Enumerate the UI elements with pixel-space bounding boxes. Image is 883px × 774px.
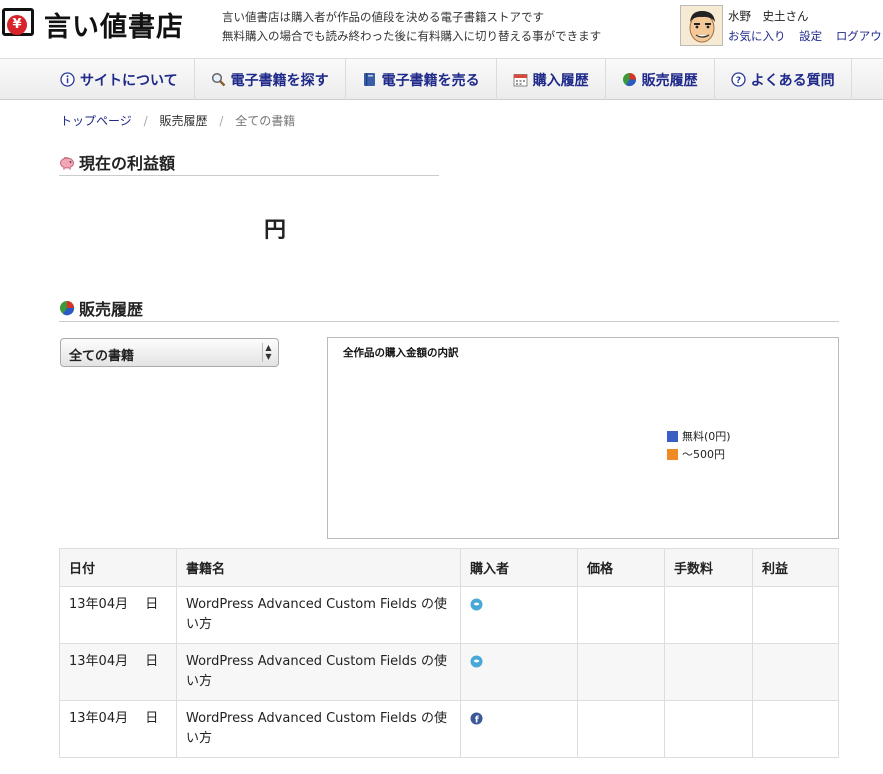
cell-price <box>577 586 665 644</box>
logo-text: 言い値書店 <box>44 11 184 43</box>
breadcrumb-home[interactable]: トップページ <box>60 114 132 128</box>
site-header: ¥ 言い値書店 言い値書店は購入者が作品の値段を決める電子書籍ストアです 無料購… <box>0 0 883 58</box>
cell-date: 13年04月 日 <box>59 643 177 701</box>
avatar[interactable] <box>680 5 723 46</box>
sales-title: 販売履歴 <box>79 300 144 319</box>
select-arrows-icon: ▲ ▼ <box>262 343 274 362</box>
cell-fee <box>664 700 753 758</box>
nav-item-search[interactable]: 電子書籍を探す <box>195 59 346 100</box>
cell-title[interactable]: WordPress Advanced Custom Fields の使い方 <box>176 586 461 644</box>
nav-item-about[interactable]: サイトについて <box>44 59 195 100</box>
profit-section-title: 現在の利益額 <box>59 150 175 174</box>
breadcrumb-separator: / <box>219 114 224 128</box>
nav-item-sales[interactable]: 販売履歴 <box>606 59 715 100</box>
twitter-icon[interactable] <box>470 598 483 611</box>
cell-date: 13年04月 日 <box>59 586 177 644</box>
user-name: 水野 史土さん <box>728 9 809 23</box>
svg-text:?: ? <box>735 76 740 86</box>
col-buyer[interactable]: 購入者 <box>460 548 578 587</box>
piggy-bank-icon <box>60 157 74 170</box>
profit-divider <box>59 175 439 176</box>
col-fee[interactable]: 手数料 <box>664 548 753 587</box>
facebook-icon[interactable]: f <box>470 712 483 725</box>
nav-item-label: よくある質問 <box>750 72 835 89</box>
table-row: 13年04月 日 WordPress Advanced Custom Field… <box>59 586 839 644</box>
user-area: 水野 史土さん お気に入り 設定 ログアウ <box>680 5 883 47</box>
col-price[interactable]: 価格 <box>577 548 665 587</box>
cell-date: 13年04月 日 <box>59 700 177 758</box>
legend-item: 無料(0円) <box>667 427 731 445</box>
nav-item-faq[interactable]: ? よくある質問 <box>715 59 852 100</box>
chart-title: 全作品の購入金額の内訳 <box>343 347 459 359</box>
legend-label: 無料(0円) <box>682 430 731 443</box>
calendar-icon <box>513 74 528 87</box>
cell-fee <box>664 643 753 701</box>
cell-title[interactable]: WordPress Advanced Custom Fields の使い方 <box>176 643 461 701</box>
cell-buyer <box>460 586 578 644</box>
cell-profit <box>752 586 839 644</box>
cell-fee <box>664 586 753 644</box>
cell-buyer <box>460 643 578 701</box>
col-title[interactable]: 書籍名 <box>176 548 461 587</box>
book-filter-value: 全ての書籍 <box>69 349 135 364</box>
breadcrumb-sales[interactable]: 販売履歴 <box>159 114 207 128</box>
book-filter-select[interactable]: 全ての書籍 ▲ ▼ <box>60 338 279 367</box>
nav-item-purchases[interactable]: 購入履歴 <box>497 59 606 100</box>
col-profit[interactable]: 利益 <box>752 548 839 587</box>
cell-price <box>577 700 665 758</box>
yen-bubble-icon: ¥ <box>0 4 38 44</box>
cell-profit <box>752 700 839 758</box>
table-row: 13年04月 日 WordPress Advanced Custom Field… <box>59 643 839 701</box>
pie-chart-icon <box>622 73 636 87</box>
pie-chart-icon <box>60 301 75 316</box>
legend-item: ～500円 <box>667 445 731 463</box>
info-icon <box>60 72 75 87</box>
profit-title: 現在の利益額 <box>79 154 176 173</box>
col-date[interactable]: 日付 <box>59 548 177 587</box>
tagline: 言い値書店は購入者が作品の値段を決める電子書籍ストアです 無料購入の場合でも読み… <box>222 8 601 46</box>
table-header-row: 日付 書籍名 購入者 価格 手数料 利益 <box>59 548 839 587</box>
tagline-line-2: 無料購入の場合でも読み終わった後に有料購入に切り替える事ができます <box>222 29 602 43</box>
nav-item-sell[interactable]: 電子書籍を売る <box>346 59 497 100</box>
main-nav: サイトについて 電子書籍を探す 電子書籍を売る 購入履歴 販売履歴 ? よくある… <box>0 58 883 100</box>
sales-divider <box>59 321 839 322</box>
favorites-link[interactable]: お気に入り <box>728 29 786 43</box>
cell-price <box>577 643 665 701</box>
twitter-icon[interactable] <box>470 655 483 668</box>
settings-link[interactable]: 設定 <box>799 29 822 43</box>
breadcrumb-current: 全ての書籍 <box>235 114 296 128</box>
nav-item-label: 電子書籍を探す <box>230 72 329 89</box>
legend-label: ～500円 <box>682 448 725 461</box>
question-icon: ? <box>730 72 746 87</box>
legend-swatch <box>667 448 678 460</box>
magnifier-icon <box>211 72 225 87</box>
sales-section-title: 販売履歴 <box>59 296 143 320</box>
sales-table: 日付 書籍名 購入者 価格 手数料 利益 13年04月 日 WordPress … <box>59 548 839 758</box>
nav-item-label: 電子書籍を売る <box>381 72 480 89</box>
nav-item-label: 販売履歴 <box>641 72 698 89</box>
cell-title[interactable]: WordPress Advanced Custom Fields の使い方 <box>176 700 461 758</box>
nav-item-label: サイトについて <box>80 72 178 89</box>
chart-legend: 無料(0円) ～500円 <box>667 427 731 463</box>
cell-buyer: f <box>460 700 578 758</box>
breadcrumb: トップページ / 販売履歴 / 全ての書籍 <box>60 112 295 129</box>
profit-amount: 円 <box>264 218 287 243</box>
user-links: お気に入り 設定 ログアウ <box>728 28 883 44</box>
purchase-breakdown-chart: 全作品の購入金額の内訳 無料(0円) ～500円 <box>327 337 839 539</box>
tagline-line-1: 言い値書店は購入者が作品の値段を決める電子書籍ストアです <box>222 10 544 24</box>
svg-text:f: f <box>475 716 479 726</box>
cell-profit <box>752 643 839 701</box>
legend-swatch <box>667 430 678 442</box>
site-logo[interactable]: ¥ 言い値書店 <box>0 4 184 44</box>
table-row: 13年04月 日 WordPress Advanced Custom Field… <box>59 700 839 758</box>
logout-link[interactable]: ログアウ <box>836 29 882 43</box>
breadcrumb-separator: / <box>143 114 148 128</box>
nav-item-label: 購入履歴 <box>532 72 589 89</box>
book-icon <box>363 73 375 86</box>
